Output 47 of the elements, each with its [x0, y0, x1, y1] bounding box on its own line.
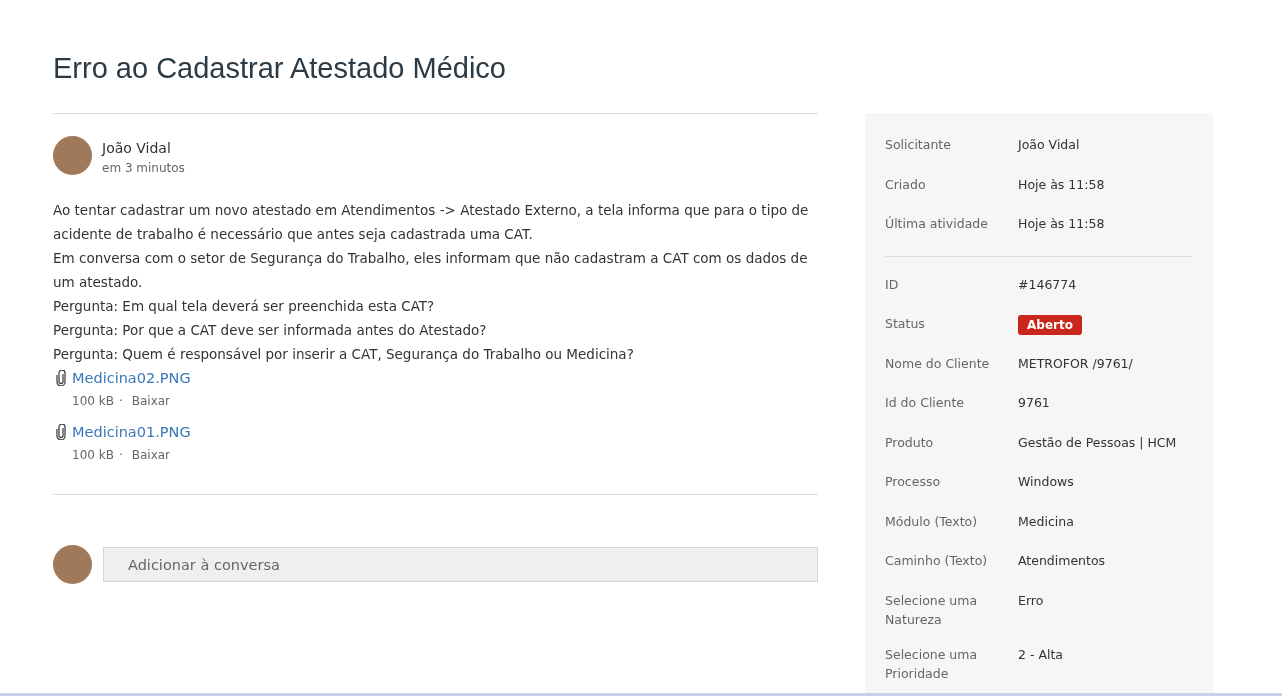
file-size: 100 kB [72, 393, 114, 410]
field-label: ID [885, 275, 900, 294]
attachment-link[interactable]: Medicina02.PNG [72, 368, 191, 388]
field-value: Windows [1018, 473, 1074, 491]
paperclip-icon [56, 370, 66, 386]
field-value: Hoje às 11:58 [1018, 215, 1105, 233]
message-text: Pergunta: Quem é responsável por inserir a CAT, Segurança do Trabalho ou Medicina? [53, 345, 635, 364]
field-label: Módulo (Texto) [885, 512, 979, 531]
message-text: Pergunta: Por que a CAT deve ser informada antes do Atestado? [53, 321, 488, 340]
field-label: Status [885, 315, 926, 333]
field-value: 9761 [1018, 394, 1050, 412]
field-value: Atendimentos [1018, 552, 1106, 570]
field-value: João Vidal [1018, 136, 1080, 154]
field-value: #146774 [1018, 275, 1077, 294]
field-label: Nome do Cliente [885, 354, 991, 373]
field-label: Última atividade [885, 215, 989, 233]
field-value: Medicina [1018, 512, 1074, 531]
file-size: 100 kB [72, 447, 114, 464]
separator-dot: · [118, 447, 123, 464]
field-label: Solicitante [885, 136, 952, 154]
status-badge: Aberto [1018, 315, 1082, 335]
field-value: 2 - Alta [1018, 645, 1063, 664]
separator-dot: · [118, 393, 123, 410]
avatar [53, 136, 92, 175]
attachment-link[interactable]: Medicina01.PNG [72, 422, 191, 442]
field-label: Processo [885, 473, 942, 491]
page-title: Erro ao Cadastrar Atestado Médico [53, 51, 507, 86]
message-text: Ao tentar cadastrar um novo atestado em Atendimentos -> Atestado Externo, a tela informa que para o tipo de acidente de trabalho é necessário que antes seja cadastrada uma CAT. [53, 201, 810, 244]
field-value: METROFOR /9761/ [1018, 354, 1133, 373]
field-value: Gestão de Pessoas | HCM [1018, 433, 1177, 452]
field-label: Selecione uma Natureza [885, 591, 979, 629]
download-link[interactable]: Baixar [131, 388, 171, 414]
field-value: Hoje às 11:58 [1018, 175, 1105, 194]
field-label: Selecione uma Prioridade [885, 645, 979, 683]
post-time: em 3 minutos [102, 160, 185, 177]
field-value: Erro [1018, 591, 1044, 610]
field-label: Criado [885, 175, 927, 194]
message-text: Pergunta: Em qual tela deverá ser preenchida esta CAT? [53, 297, 436, 316]
field-label: Caminho (Texto) [885, 552, 989, 570]
paperclip-icon [56, 424, 66, 440]
field-label: Id do Cliente [885, 394, 966, 412]
avatar [53, 545, 92, 584]
download-link[interactable]: Baixar [131, 442, 171, 468]
message-text: Em conversa com o setor de Segurança do Trabalho, eles informam que não cadastram a CAT com os dados de um atestado. [53, 249, 809, 292]
field-label: Produto [885, 433, 935, 452]
author-name[interactable]: João Vidal [102, 138, 185, 158]
reply-field[interactable]: Adicionar à conversa [103, 547, 818, 582]
